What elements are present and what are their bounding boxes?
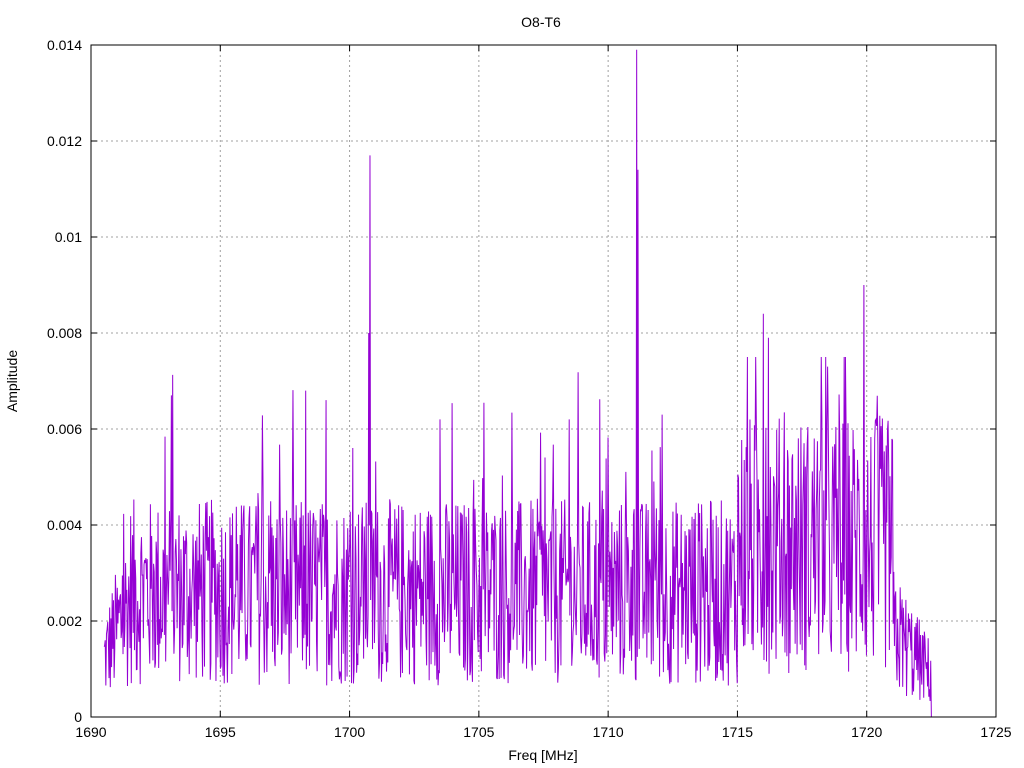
y-tick-label: 0.012 — [47, 133, 82, 149]
y-tick-label: 0.004 — [47, 517, 82, 533]
y-tick-label: 0.002 — [47, 613, 82, 629]
x-tick-label: 1695 — [205, 724, 236, 740]
y-tick-label: 0 — [74, 709, 82, 725]
data-layer — [103, 49, 932, 718]
y-tick-label: 0.01 — [55, 229, 82, 245]
chart-canvas: O8-T6 1690 1695 1700 1705 1710 1715 1720 1725 0 0… — [4, 14, 1012, 763]
x-tick-label: 1690 — [75, 724, 106, 740]
y-tick-label: 0.008 — [47, 325, 82, 341]
x-tick-label: 1715 — [722, 724, 753, 740]
x-tick-label: 1705 — [463, 724, 494, 740]
y-tick-label: 0.006 — [47, 421, 82, 437]
x-tick-label: 1700 — [334, 724, 365, 740]
x-tick-label: 1720 — [851, 724, 882, 740]
x-tick-label: 1725 — [980, 724, 1011, 740]
y-axis-title: Amplitude — [4, 350, 20, 412]
chart-title: O8-T6 — [521, 14, 561, 30]
x-tick-label: 1710 — [593, 724, 624, 740]
y-tick-label: 0.014 — [47, 37, 82, 53]
series-line — [103, 49, 932, 718]
x-axis-title: Freq [MHz] — [508, 747, 577, 763]
